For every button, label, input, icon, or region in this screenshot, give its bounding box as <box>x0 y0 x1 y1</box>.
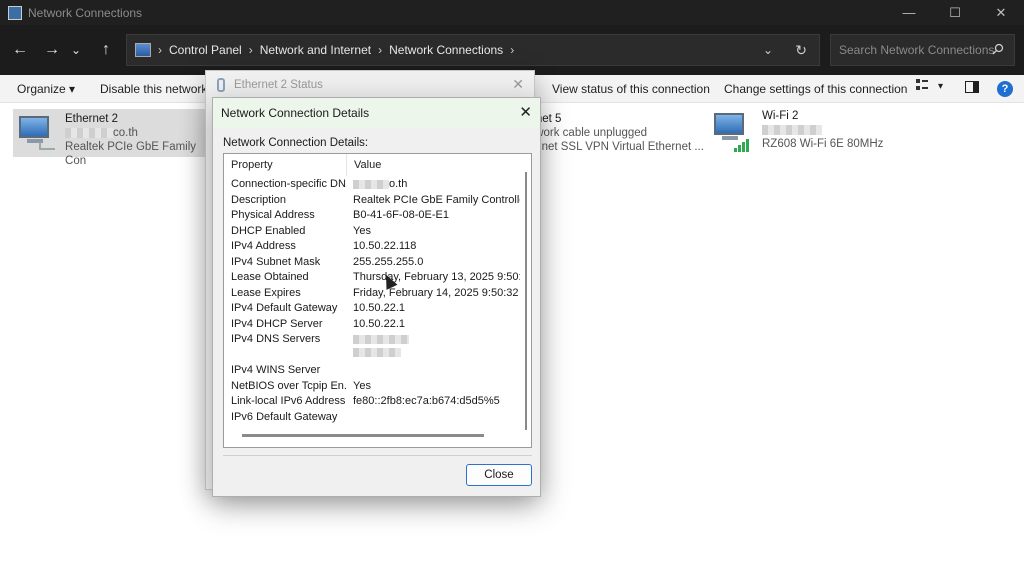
table-row[interactable]: IPv4 WINS Server <box>224 364 520 380</box>
details-dialog-title: Network Connection Details <box>221 106 370 120</box>
table-row[interactable]: Physical Address B0-41-6F-08-0E-E1 <box>224 209 520 225</box>
breadcrumb-network-and-internet[interactable]: Network and Internet <box>260 43 371 57</box>
adapter-name: Ethernet 2 <box>65 113 119 125</box>
adapter-device: Realtek PCIe GbE Family Con <box>65 141 197 167</box>
maximize-button[interactable]: ☐ <box>932 0 978 25</box>
search-placeholder: Search Network Connections <box>839 43 995 57</box>
disable-network-device-button[interactable]: Disable this network d <box>100 82 217 96</box>
details-list-label: Network Connection Details: <box>223 137 369 149</box>
table-row[interactable]: IPv4 Default Gateway 10.50.22.1 <box>224 302 520 318</box>
redacted-text <box>353 179 389 189</box>
adapter-status: twork cable unplugged <box>532 127 648 139</box>
breadcrumb-separator-icon: › <box>510 43 515 57</box>
adapter-wifi-2[interactable]: Wi-Fi 2 RZ608 Wi-Fi 6E 80MHz <box>712 109 892 157</box>
close-window-button[interactable]: ✕ <box>978 0 1024 25</box>
window-controls: — ☐ ✕ <box>886 0 1024 25</box>
redacted-text <box>762 124 822 135</box>
table-row[interactable]: IPv4 DNS Servers <box>224 333 520 364</box>
recent-locations-chevron-icon[interactable]: ⌄ <box>60 34 92 66</box>
view-options[interactable]: ▾ <box>916 79 943 94</box>
address-row: ← → ⌄ ↑ › Control Panel › Network and In… <box>0 25 1024 75</box>
view-grid-icon[interactable] <box>916 79 928 94</box>
details-listview[interactable]: Property Value Connection-specific DN...… <box>223 153 532 448</box>
network-connection-details-dialog: Network Connection Details ✕ Network Con… <box>212 97 541 497</box>
table-row[interactable]: Link-local IPv6 Address fe80::2fb8:ec7a:b… <box>224 395 520 411</box>
table-row[interactable]: IPv4 Address 10.50.22.118 <box>224 240 520 256</box>
breadcrumb-separator-icon: › <box>158 43 162 57</box>
status-dialog-title: Ethernet 2 Status <box>234 79 323 91</box>
table-row[interactable]: NetBIOS over Tcpip En... Yes <box>224 380 520 396</box>
table-row[interactable]: Connection-specific DN... o.th <box>224 178 520 194</box>
breadcrumb-separator-icon: › <box>378 43 383 57</box>
help-button-glyph: ? <box>997 81 1013 97</box>
listview-rows: Connection-specific DN... o.th Descriptio… <box>224 178 520 426</box>
network-connections-app-icon <box>8 5 22 20</box>
view-options-chevron-icon[interactable]: ▾ <box>938 81 943 92</box>
refresh-icon[interactable]: ↻ <box>795 42 807 59</box>
signal-strength-icon <box>734 139 749 152</box>
column-header-property[interactable]: Property <box>224 154 347 176</box>
breadcrumb-separator-icon: › <box>248 43 253 57</box>
search-icon <box>992 43 1004 58</box>
wifi-adapter-icon <box>712 109 754 152</box>
status-dialog-close-icon[interactable]: ✕ <box>512 76 524 93</box>
help-icon[interactable]: ? <box>997 81 1013 97</box>
organize-menu[interactable]: Organize ▾ <box>17 82 75 96</box>
adapter-ethernet-5[interactable]: rnet 5 twork cable unplugged rtinet SSL … <box>532 112 712 154</box>
adapter-network: co.th <box>65 126 213 140</box>
vertical-scrollbar-thumb[interactable] <box>525 172 527 430</box>
breadcrumb-control-panel[interactable]: Control Panel <box>169 43 242 57</box>
listview-header: Property Value <box>224 154 517 176</box>
back-arrow-icon[interactable]: ← <box>4 34 36 66</box>
adapter-device: RZ608 Wi-Fi 6E 80MHz <box>762 138 884 150</box>
up-arrow-icon[interactable]: ↑ <box>90 34 122 66</box>
redacted-text <box>353 335 409 344</box>
table-row[interactable]: Description Realtek PCIe GbE Family Contr… <box>224 194 520 210</box>
adapter-network <box>762 123 883 137</box>
horizontal-scrollbar[interactable] <box>242 434 484 437</box>
details-dialog-close-icon[interactable]: ✕ <box>519 103 532 121</box>
redacted-text <box>353 348 401 357</box>
window-titlebar: Network Connections — ☐ ✕ <box>0 0 1024 25</box>
view-status-button[interactable]: View status of this connection <box>552 82 710 96</box>
table-row[interactable]: DHCP Enabled Yes <box>224 225 520 241</box>
search-input[interactable]: Search Network Connections <box>830 34 1015 66</box>
window-title: Network Connections <box>28 5 143 20</box>
ethernet-adapter-icon <box>17 112 57 154</box>
control-panel-icon <box>135 43 151 57</box>
table-row[interactable]: IPv4 Subnet Mask 255.255.255.0 <box>224 256 520 272</box>
preview-pane-icon[interactable] <box>965 81 979 93</box>
redacted-text <box>65 127 114 138</box>
breadcrumb-network-connections[interactable]: Network Connections <box>389 43 503 57</box>
divider <box>223 455 532 456</box>
table-row[interactable]: Lease Expires Friday, February 14, 2025 9… <box>224 287 520 303</box>
close-button[interactable]: Close <box>466 464 532 486</box>
adapter-name: Wi-Fi 2 <box>762 110 799 122</box>
adapter-name: rnet 5 <box>532 113 562 125</box>
address-dropdown-chevron-icon[interactable]: ⌄ <box>763 43 773 57</box>
adapter-device: rtinet SSL VPN Virtual Ethernet ... <box>532 141 704 153</box>
minimize-button[interactable]: — <box>886 0 932 25</box>
change-settings-button[interactable]: Change settings of this connection <box>724 82 907 96</box>
column-header-value[interactable]: Value <box>347 154 381 176</box>
table-row[interactable]: IPv4 DHCP Server 10.50.22.1 <box>224 318 520 334</box>
ethernet-status-icon <box>217 78 225 92</box>
table-row[interactable]: Lease Obtained Thursday, February 13, 202… <box>224 271 520 287</box>
adapter-ethernet-2[interactable]: Ethernet 2 co.th Realtek PCIe GbE Family… <box>13 109 213 167</box>
table-row[interactable]: IPv6 Default Gateway <box>224 411 520 427</box>
address-bar[interactable]: › Control Panel › Network and Internet ›… <box>126 34 820 66</box>
details-dialog-titlebar: Network Connection Details ✕ <box>213 98 540 128</box>
vertical-scrollbar[interactable] <box>525 172 529 430</box>
